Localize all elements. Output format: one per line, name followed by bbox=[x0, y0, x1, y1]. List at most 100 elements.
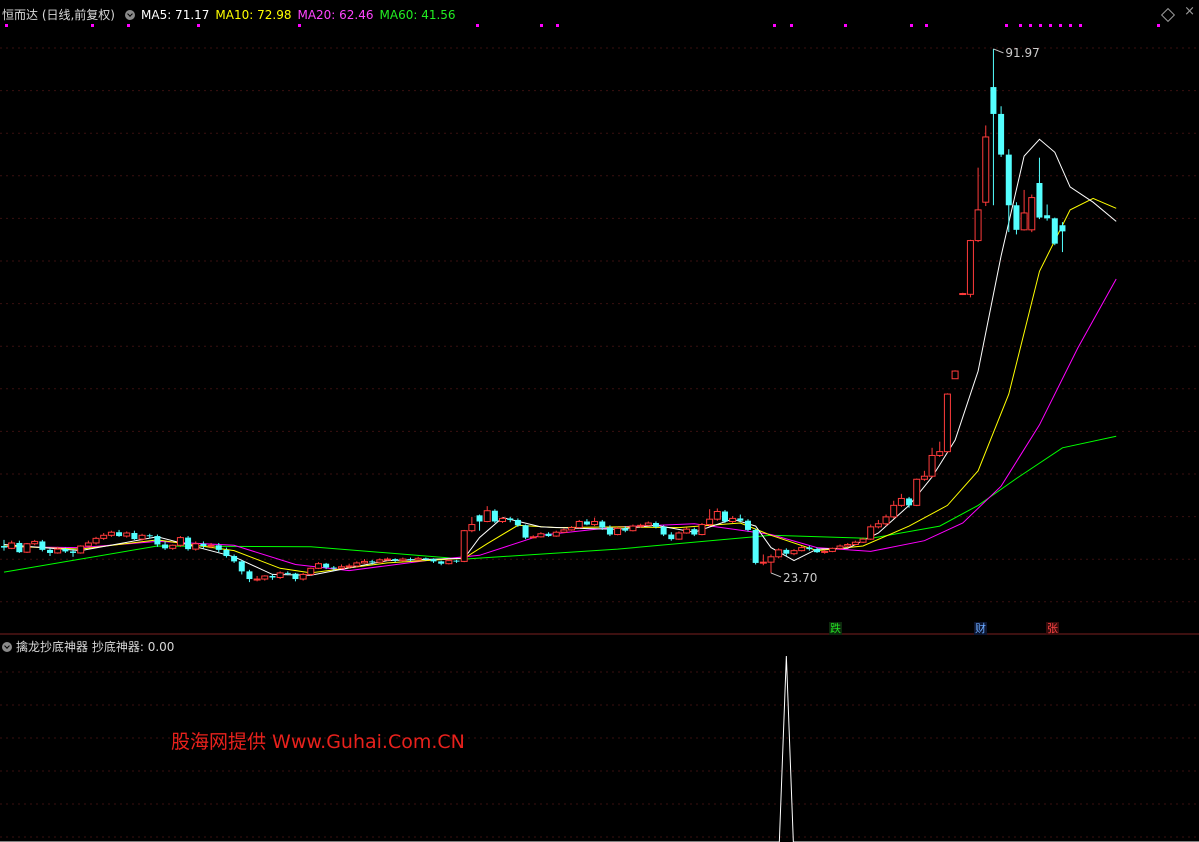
candle-body bbox=[614, 527, 622, 536]
candle-body bbox=[176, 537, 184, 546]
chart-header: 恒而达 (日线,前复权) MA5: 71.17 MA10: 72.98 MA20: 6… bbox=[2, 6, 462, 23]
candle-body bbox=[583, 521, 590, 525]
close-x-icon[interactable]: × bbox=[1184, 4, 1195, 19]
candle-body bbox=[276, 572, 284, 579]
candle-body bbox=[998, 113, 1005, 155]
candle-body bbox=[200, 543, 207, 547]
candle-body bbox=[292, 573, 299, 580]
candle-body bbox=[1020, 212, 1028, 231]
candle-body bbox=[706, 518, 714, 526]
candle-body bbox=[16, 542, 23, 553]
candle-body bbox=[107, 531, 115, 536]
candle-body bbox=[392, 559, 399, 561]
candle-body bbox=[537, 533, 545, 538]
candle-body bbox=[721, 511, 728, 522]
candle-body bbox=[414, 557, 422, 561]
candle-body bbox=[966, 240, 974, 295]
candle-body bbox=[92, 537, 100, 544]
candle-body bbox=[299, 573, 307, 580]
candle-body bbox=[844, 544, 852, 547]
candle-body bbox=[836, 545, 844, 549]
candle-body bbox=[990, 87, 997, 114]
candle-body bbox=[575, 520, 583, 529]
candle-body bbox=[522, 525, 529, 538]
candle-body bbox=[713, 511, 721, 520]
candle-body bbox=[859, 538, 867, 543]
top-marker bbox=[1079, 24, 1082, 27]
candle-body bbox=[499, 517, 507, 522]
top-markers bbox=[5, 24, 1160, 27]
top-marker bbox=[556, 24, 559, 27]
symbol-label[interactable]: 恒而达 (日线,前复权) bbox=[2, 8, 115, 22]
candle-body bbox=[384, 558, 391, 561]
candle-body bbox=[376, 559, 384, 563]
candle-body bbox=[23, 543, 31, 553]
top-marker bbox=[298, 24, 301, 27]
ma60-line bbox=[3, 435, 1117, 573]
top-marker bbox=[127, 24, 130, 27]
candle-body bbox=[369, 561, 376, 563]
candle-body bbox=[920, 475, 928, 480]
candle-body bbox=[798, 547, 806, 552]
candle-body bbox=[323, 563, 330, 568]
candle-body bbox=[192, 543, 200, 550]
candle-body bbox=[215, 545, 222, 550]
candle-body bbox=[790, 550, 798, 555]
top-marker bbox=[773, 24, 776, 27]
low-pointer bbox=[770, 572, 782, 578]
event-marker-die[interactable]: 跌 bbox=[829, 622, 842, 635]
candle-body bbox=[606, 527, 613, 535]
ma5-label: MA5: 71.17 bbox=[141, 8, 210, 22]
candle-body bbox=[207, 544, 215, 547]
candle-body bbox=[752, 529, 759, 563]
candle-body bbox=[84, 542, 92, 547]
event-marker-cai[interactable]: 财 bbox=[974, 622, 987, 635]
grid-lines bbox=[0, 47, 1199, 838]
candle-body bbox=[913, 478, 921, 506]
candle-body bbox=[652, 523, 659, 527]
candle-body bbox=[337, 566, 345, 569]
indicator-name[interactable]: 擒龙抄底神器 bbox=[16, 640, 88, 654]
candle-body bbox=[438, 561, 445, 564]
candle-body bbox=[476, 515, 483, 522]
candle-body bbox=[8, 542, 16, 549]
candle-body bbox=[453, 560, 460, 562]
collapse-circle-icon[interactable] bbox=[2, 642, 12, 652]
candle-body bbox=[1028, 197, 1036, 231]
candle-body bbox=[169, 544, 177, 549]
top-marker bbox=[1157, 24, 1160, 27]
candle-body bbox=[1036, 183, 1043, 218]
candle-body bbox=[491, 510, 498, 522]
candle-body bbox=[982, 136, 990, 203]
candle-body bbox=[729, 517, 737, 522]
event-marker-zhang[interactable]: 张 bbox=[1046, 622, 1059, 635]
candle-body bbox=[851, 541, 859, 546]
ma60-label: MA60: 41.56 bbox=[379, 8, 456, 22]
candle-body bbox=[629, 525, 637, 532]
kline-chart[interactable]: 91.97 23.70 bbox=[0, 0, 1199, 842]
candle-body bbox=[307, 567, 315, 575]
candle-body bbox=[407, 559, 414, 561]
candle-body bbox=[936, 451, 944, 456]
candle-body bbox=[138, 534, 146, 540]
collapse-circle-icon[interactable] bbox=[125, 10, 135, 20]
candle-body bbox=[146, 535, 153, 537]
top-marker bbox=[1029, 24, 1032, 27]
candle-body bbox=[874, 523, 882, 528]
candle-body bbox=[828, 547, 836, 552]
candle-body bbox=[814, 549, 821, 553]
candle-body bbox=[422, 558, 429, 560]
top-marker bbox=[925, 24, 928, 27]
top-marker bbox=[844, 24, 847, 27]
candle-body bbox=[468, 524, 476, 532]
top-marker bbox=[910, 24, 913, 27]
candle-body bbox=[360, 560, 368, 564]
candle-body bbox=[514, 519, 521, 526]
candle-body bbox=[62, 549, 69, 552]
ma20-label: MA20: 62.46 bbox=[297, 8, 374, 22]
candle-body bbox=[223, 549, 230, 557]
candle-body bbox=[1051, 218, 1058, 244]
candle-body bbox=[951, 370, 959, 380]
candle-body bbox=[974, 209, 982, 242]
top-marker bbox=[1069, 24, 1072, 27]
